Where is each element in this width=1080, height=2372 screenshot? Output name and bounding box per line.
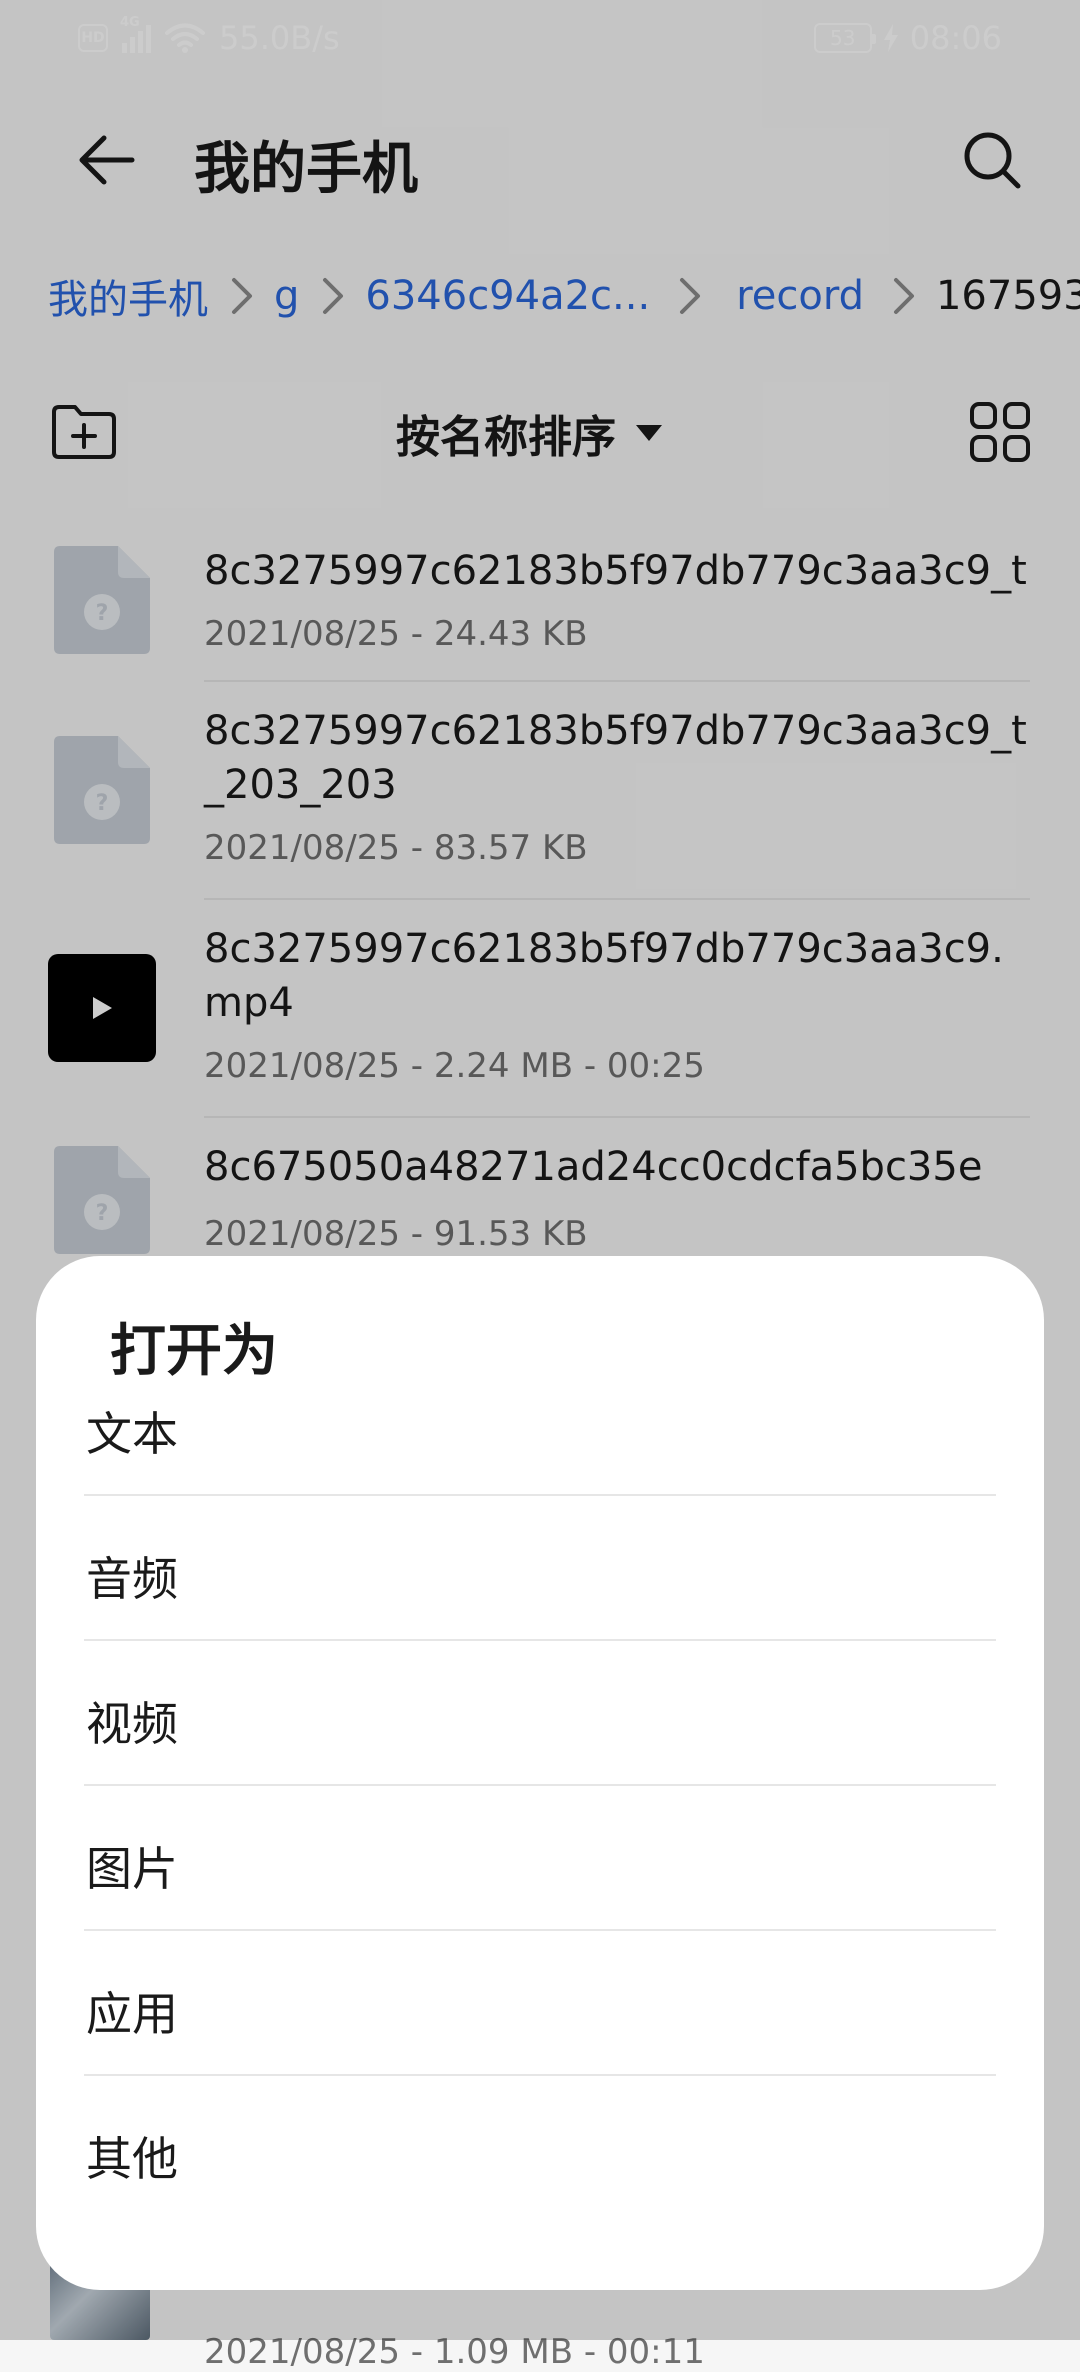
open-as-sheet: 打开为 文本 音频 视频 图片 应用 其他 (36, 1256, 1044, 2290)
file-manager-page: HD 4G 55.0B/s 53 08:06 我的手机 我的手机 g 6346c… (0, 0, 1080, 2372)
option-audio[interactable]: 音频 (36, 1497, 1044, 1641)
option-label: 其他 (86, 2132, 178, 2186)
option-divider (84, 1929, 996, 1931)
option-label: 视频 (86, 1697, 178, 1751)
option-divider (84, 2074, 996, 2076)
option-app[interactable]: 应用 (36, 1932, 1044, 2076)
option-label: 音频 (86, 1552, 178, 1606)
option-divider (84, 1494, 996, 1496)
option-label: 文本 (86, 1407, 178, 1461)
option-video[interactable]: 视频 (36, 1642, 1044, 1786)
option-label: 应用 (86, 1987, 178, 2041)
option-label: 图片 (86, 1842, 178, 1896)
option-divider (84, 1639, 996, 1641)
option-other[interactable]: 其他 (36, 2077, 1044, 2221)
option-image[interactable]: 图片 (36, 1787, 1044, 1931)
option-divider (84, 1784, 996, 1786)
option-text[interactable]: 文本 (36, 1352, 1044, 1496)
